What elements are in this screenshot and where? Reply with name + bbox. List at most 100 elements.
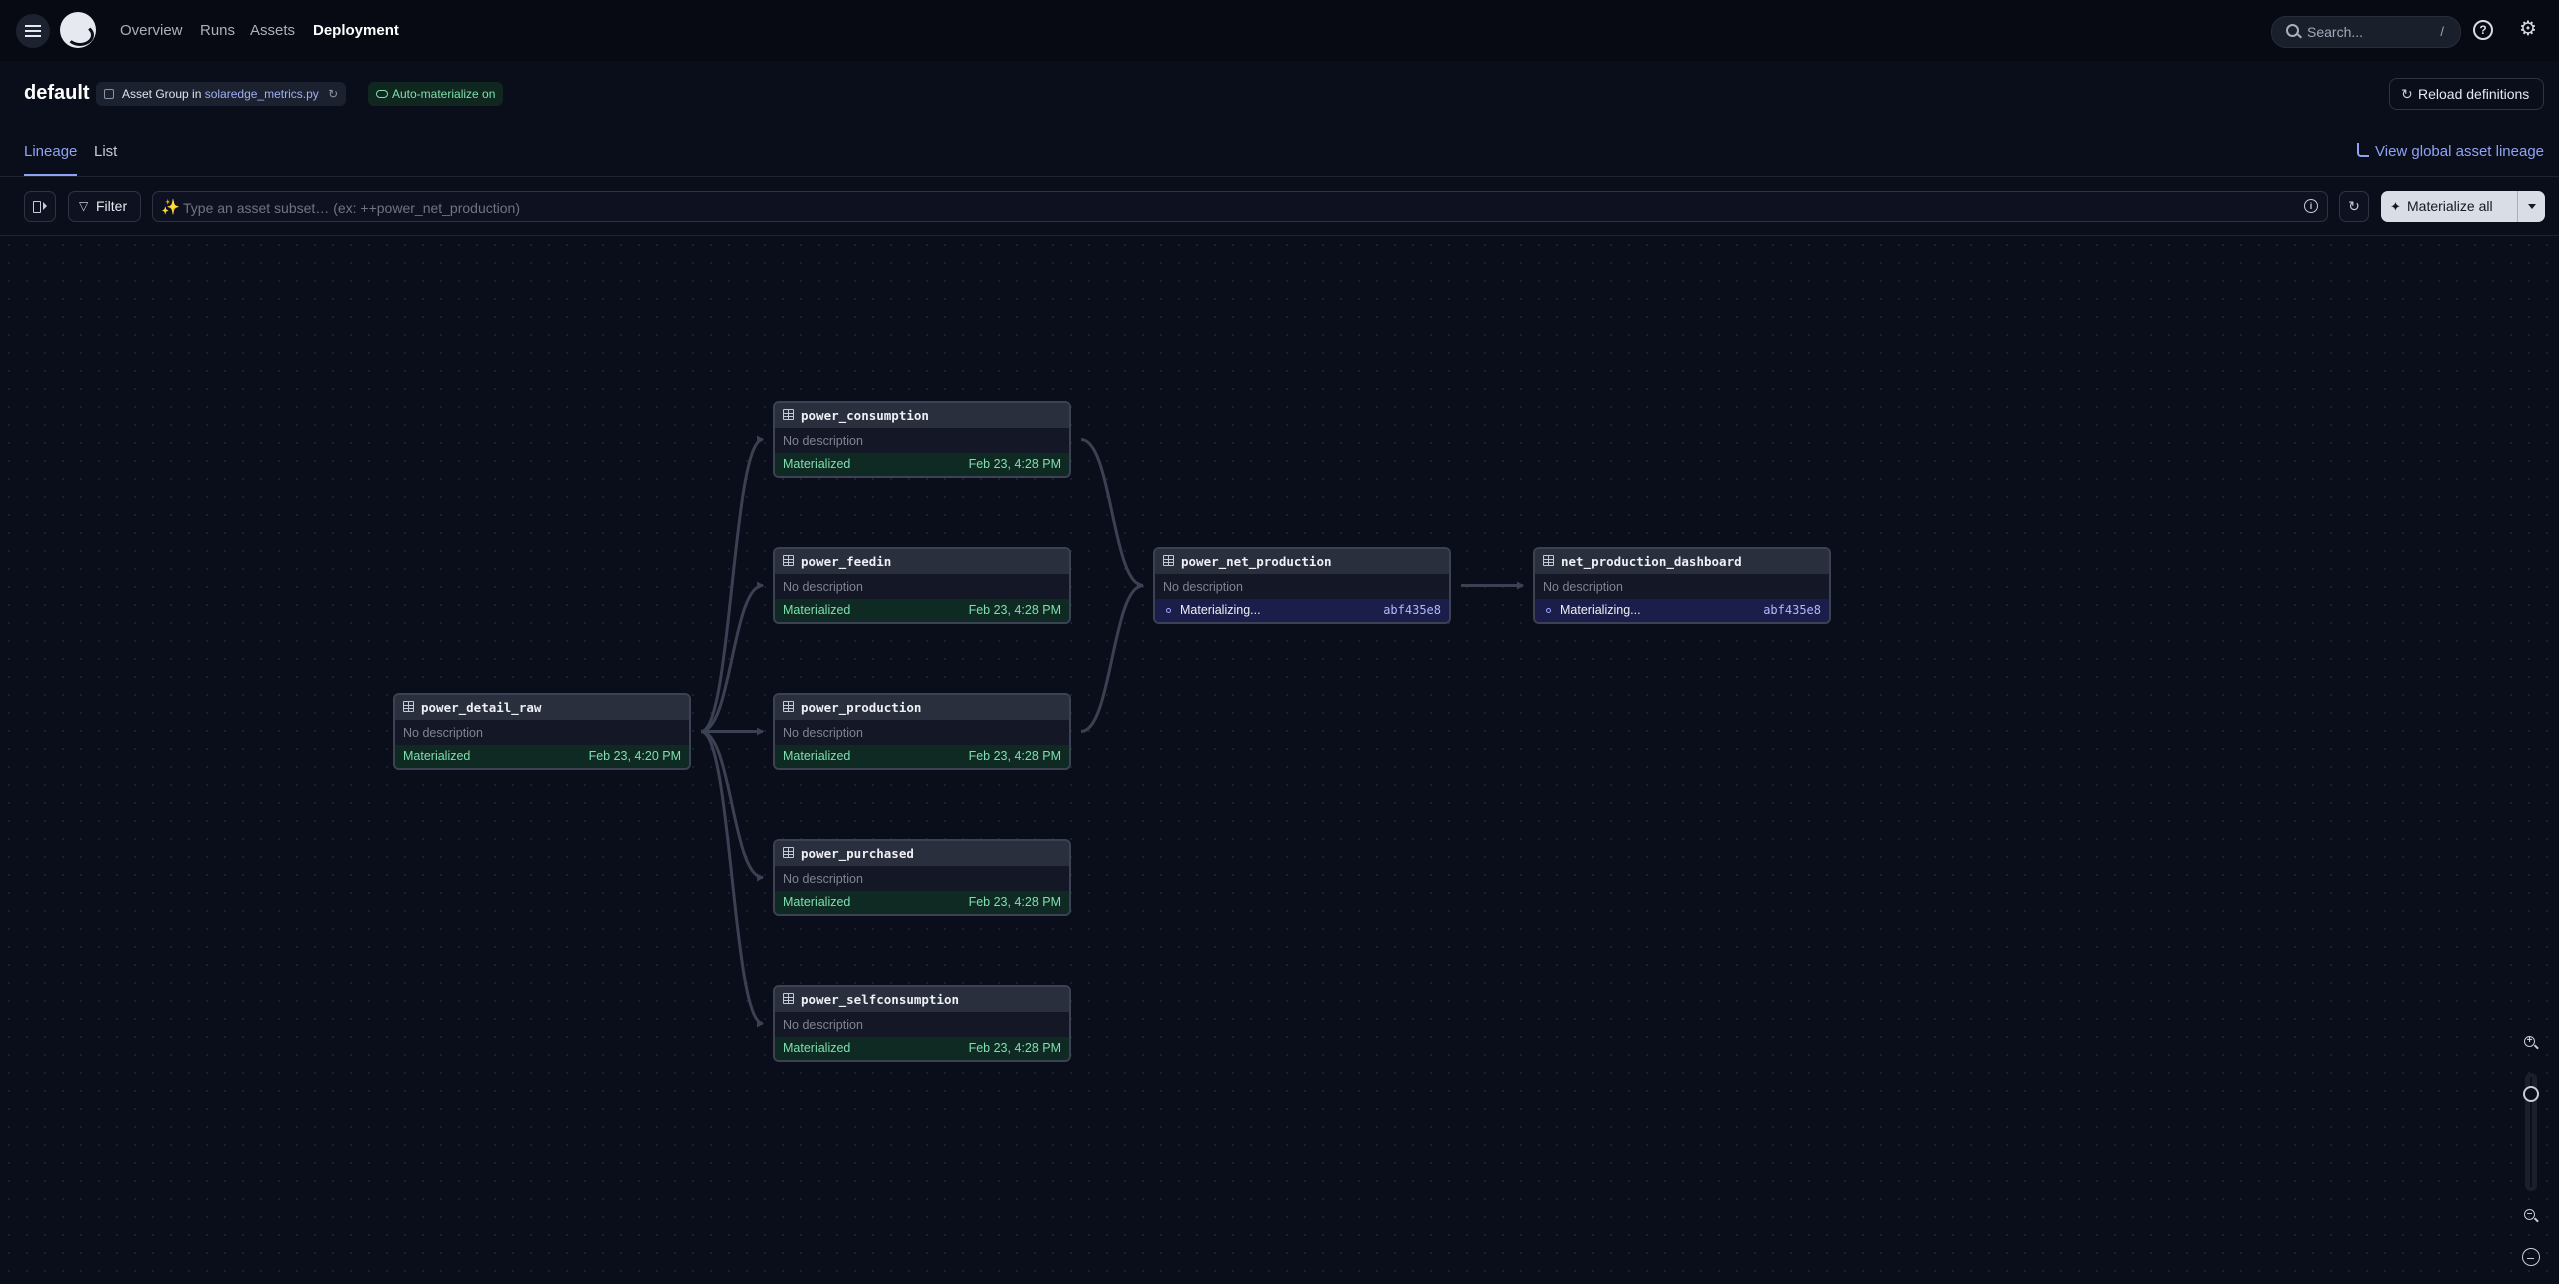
table-icon: [783, 555, 794, 566]
asset-name: power_detail_raw: [421, 700, 542, 715]
asset-group-tag: Asset Group in solaredge_metrics.py ↻: [96, 82, 347, 106]
edge-power_detail_raw-to-power_purchased: [700, 730, 764, 882]
zoom-to-fit-icon[interactable]: [2522, 1248, 2540, 1266]
split-divider: [2517, 191, 2518, 222]
refresh-button[interactable]: ↻: [2339, 191, 2369, 222]
asset-name: power_net_production: [1181, 554, 1332, 569]
view-global-lineage-link[interactable]: View global asset lineage: [2357, 143, 2544, 160]
sparkle-icon: ✨: [161, 199, 180, 216]
edge-power_detail_raw-to-power_feedin: [700, 581, 764, 733]
table-icon: [783, 409, 794, 420]
status-label: Materializing...: [1180, 603, 1261, 617]
gear-icon[interactable]: ⚙: [2519, 19, 2537, 39]
asset-node-power-feedin[interactable]: power_feedin No description Materialized…: [773, 547, 1071, 624]
zoom-out-button[interactable]: –: [2520, 1206, 2542, 1228]
nav-assets[interactable]: Assets: [250, 22, 295, 39]
status-label: Materialized: [783, 603, 851, 617]
materialization-timestamp[interactable]: Feb 23, 4:28 PM: [969, 603, 1061, 617]
materialization-timestamp[interactable]: Feb 23, 4:28 PM: [969, 749, 1061, 763]
filter-label: Filter: [96, 198, 128, 214]
asset-node-power-detail-raw[interactable]: power_detail_raw No description Material…: [393, 693, 691, 770]
asset-description: No description: [783, 1018, 863, 1032]
menu-icon[interactable]: [16, 14, 50, 48]
zoom-slider-handle[interactable]: [2523, 1086, 2539, 1102]
asset-description: No description: [783, 872, 863, 886]
refresh-icon: ↻: [2348, 198, 2360, 214]
asset-node-power-purchased[interactable]: power_purchased No description Materiali…: [773, 839, 1071, 916]
status-label: Materialized: [783, 1041, 851, 1055]
status-label: Materialized: [783, 895, 851, 909]
reload-definitions-button[interactable]: ↻ Reload definitions: [2389, 78, 2544, 110]
edge-power_detail_raw-to-power_selfconsumption: [700, 730, 764, 1028]
table-icon: [783, 993, 794, 1004]
asset-node-power-net-production[interactable]: power_net_production No description Mate…: [1153, 547, 1451, 624]
table-icon: [403, 701, 414, 712]
dagster-logo[interactable]: [60, 12, 96, 48]
status-label: Materialized: [403, 749, 471, 763]
code-location-link[interactable]: solaredge_metrics.py: [205, 87, 319, 101]
page-title: default: [24, 82, 90, 104]
asset-description: No description: [403, 726, 483, 740]
help-icon[interactable]: ?: [2473, 20, 2493, 40]
search-input[interactable]: Search... /: [2271, 16, 2461, 48]
materialization-timestamp[interactable]: Feb 23, 4:20 PM: [589, 749, 681, 763]
edge-power_consumption-to-power_net_production: [1080, 438, 1144, 590]
toggle-sidebar-button[interactable]: [24, 191, 56, 222]
edge-power_detail_raw-to-power_consumption: [700, 435, 764, 733]
tab-lineage[interactable]: Lineage: [24, 143, 77, 160]
reload-location-icon[interactable]: ↻: [328, 87, 338, 101]
asset-node-power-selfconsumption[interactable]: power_selfconsumption No description Mat…: [773, 985, 1071, 1062]
zoom-in-button[interactable]: +: [2520, 1033, 2542, 1055]
materialization-timestamp[interactable]: Feb 23, 4:28 PM: [969, 1041, 1061, 1055]
chevron-down-icon[interactable]: [2528, 204, 2536, 209]
zoom-out-icon: –: [2524, 1209, 2535, 1220]
run-id-link[interactable]: abf435e8: [1383, 603, 1441, 617]
asset-name: power_production: [801, 700, 922, 715]
materialization-timestamp[interactable]: Feb 23, 4:28 PM: [969, 457, 1061, 471]
spinner-icon: [1166, 608, 1171, 613]
asset-node-power-consumption[interactable]: power_consumption No description Materia…: [773, 401, 1071, 478]
zoom-in-icon: +: [2524, 1036, 2535, 1047]
nav-runs[interactable]: Runs: [200, 22, 235, 39]
asset-status-row: Materializing... abf435e8: [1535, 599, 1829, 622]
materialize-all-label: Materialize all: [2407, 198, 2493, 214]
auto-materialize-tag[interactable]: Auto-materialize on: [368, 82, 504, 106]
table-icon: [783, 701, 794, 712]
search-shortcut-hint: /: [2440, 24, 2444, 39]
asset-node-power-production[interactable]: power_production No description Material…: [773, 693, 1071, 770]
status-label: Materializing...: [1560, 603, 1641, 617]
edge-power_production-to-power_net_production: [1080, 581, 1144, 733]
asset-description: No description: [1163, 580, 1243, 594]
asset-description: No description: [783, 434, 863, 448]
asset-name: power_consumption: [801, 408, 929, 423]
asset-status-row: Materialized Feb 23, 4:28 PM: [775, 453, 1069, 476]
asset-status-row: Materialized Feb 23, 4:28 PM: [775, 599, 1069, 622]
divider: [0, 176, 2559, 177]
nav-overview[interactable]: Overview: [120, 22, 183, 39]
materialization-timestamp[interactable]: Feb 23, 4:28 PM: [969, 895, 1061, 909]
view-global-lineage-label: View global asset lineage: [2375, 143, 2545, 160]
nav-deployment[interactable]: Deployment: [313, 22, 399, 39]
asset-selection-field[interactable]: ✨ i: [152, 191, 2328, 222]
table-icon: [783, 847, 794, 858]
asset-status-row: Materializing... abf435e8: [1155, 599, 1449, 622]
asset-name: power_selfconsumption: [801, 992, 960, 1007]
info-icon[interactable]: i: [2304, 199, 2318, 213]
auto-materialize-label: Auto-materialize on: [392, 87, 496, 101]
asset-name: power_feedin: [801, 554, 892, 569]
graph-edges: [700, 435, 1524, 1028]
asset-selection-input[interactable]: [181, 196, 2285, 220]
run-id-link[interactable]: abf435e8: [1763, 603, 1821, 617]
search-placeholder: Search...: [2307, 24, 2364, 40]
spinner-icon: [1546, 608, 1551, 613]
filter-button[interactable]: ▽ Filter: [68, 191, 141, 222]
materialize-all-button[interactable]: ✦ Materialize all: [2381, 191, 2545, 222]
asset-status-row: Materialized Feb 23, 4:28 PM: [775, 745, 1069, 768]
tab-list[interactable]: List: [94, 143, 117, 160]
lineage-graph-canvas[interactable]: power_detail_raw No description Material…: [0, 236, 2559, 1284]
asset-node-net-production-dashboard[interactable]: net_production_dashboard No description …: [1533, 547, 1831, 624]
status-label: Materialized: [783, 457, 851, 471]
asset-description: No description: [783, 726, 863, 740]
asset-description: No description: [1543, 580, 1623, 594]
search-icon: [2286, 24, 2299, 37]
